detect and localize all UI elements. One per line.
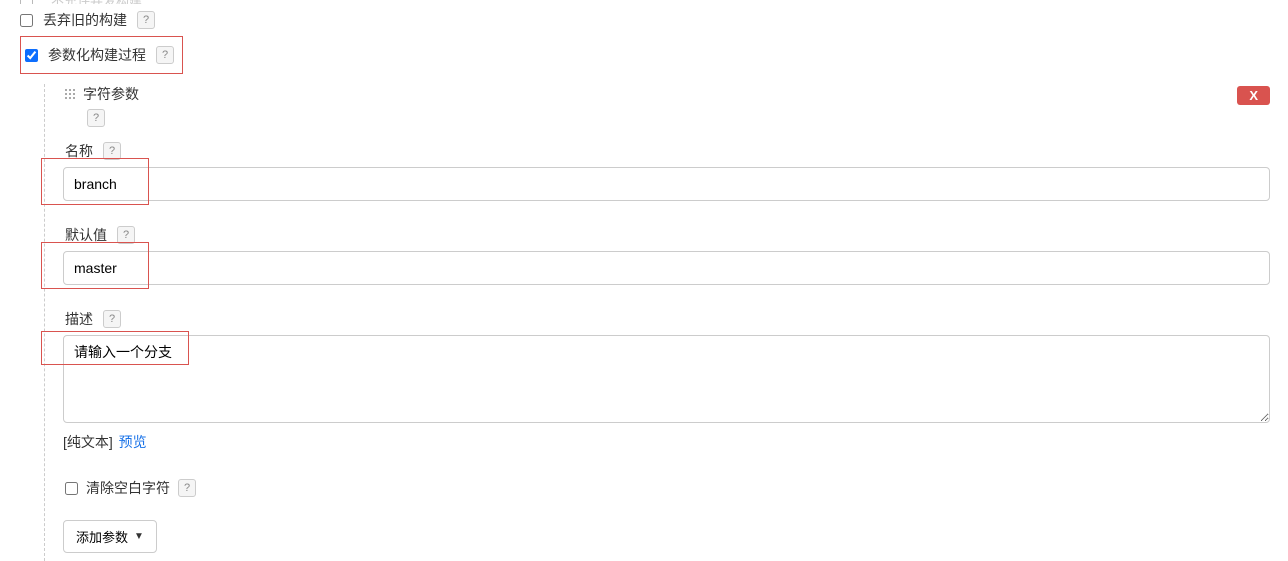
parameter-type-label: 字符参数 <box>83 84 139 104</box>
label-parameterized: 参数化构建过程 <box>48 45 146 65</box>
trim-row: 清除空白字符 ? <box>65 478 1288 498</box>
preview-row: [纯文本] 预览 <box>63 432 1288 452</box>
name-label: 名称 <box>65 141 93 161</box>
field-group-name: 名称 ? <box>63 141 1288 201</box>
option-discard-old: 丢弃旧的构建 ? <box>20 8 1288 32</box>
help-icon[interactable]: ? <box>178 479 196 497</box>
delete-parameter-button[interactable]: X <box>1237 86 1270 105</box>
help-icon[interactable]: ? <box>117 226 135 244</box>
field-group-default: 默认值 ? <box>63 225 1288 285</box>
plain-text-label: [纯文本] <box>63 434 113 450</box>
add-parameter-label: 添加参数 <box>76 527 128 546</box>
checkbox-parameterized[interactable] <box>25 49 38 62</box>
default-input[interactable] <box>63 251 1270 285</box>
name-input[interactable] <box>63 167 1270 201</box>
parameter-type-help: ? <box>83 108 1288 127</box>
label-no-concurrent: 不允许并发构建 <box>51 0 142 4</box>
parameter-header: 字符参数 <box>63 84 1288 104</box>
checkbox-no-concurrent[interactable] <box>20 0 33 4</box>
add-parameter-button[interactable]: 添加参数 ▼ <box>63 520 157 553</box>
help-icon[interactable]: ? <box>103 142 121 160</box>
default-label: 默认值 <box>65 225 107 245</box>
highlight-box-parameterized: 参数化构建过程 ? <box>20 36 183 74</box>
help-icon[interactable]: ? <box>137 11 155 29</box>
description-label: 描述 <box>65 309 93 329</box>
trim-label: 清除空白字符 <box>86 478 170 498</box>
parameter-section: X 字符参数 ? 名称 ? 默认值 ? <box>44 84 1288 561</box>
preview-link[interactable]: 预览 <box>119 434 147 450</box>
drag-handle-icon[interactable] <box>63 87 77 101</box>
description-textarea[interactable] <box>63 335 1270 423</box>
help-icon[interactable]: ? <box>87 109 105 127</box>
help-icon[interactable]: ? <box>103 310 121 328</box>
help-icon[interactable]: ? <box>156 46 174 64</box>
checkbox-discard-old[interactable] <box>20 14 33 27</box>
option-no-concurrent: 不允许并发构建 <box>20 0 1288 4</box>
field-group-description: 描述 ? [纯文本] 预览 <box>63 309 1288 452</box>
trim-checkbox[interactable] <box>65 482 78 495</box>
caret-down-icon: ▼ <box>134 531 144 542</box>
label-discard-old: 丢弃旧的构建 <box>43 10 127 30</box>
